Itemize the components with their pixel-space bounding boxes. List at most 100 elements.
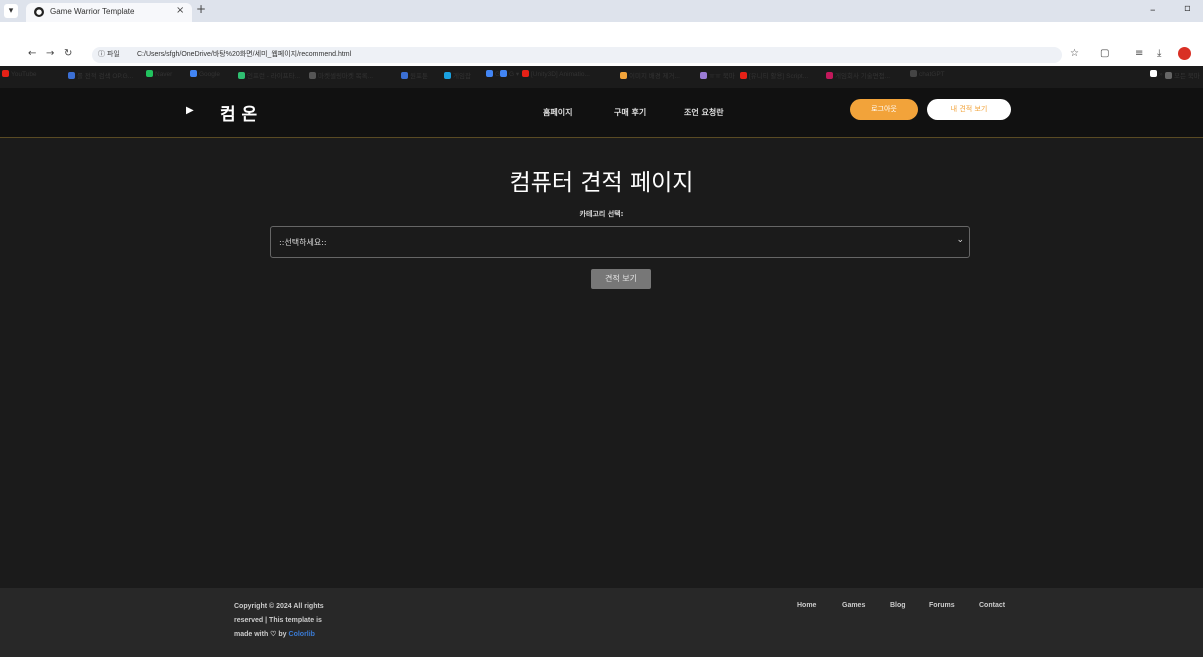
bookmark-label: 이미지 배경 제거... [629,73,680,80]
bookmark-favicon-icon [401,72,408,79]
view-quote-button[interactable]: 견적 보기 [591,269,651,289]
bookmark-favicon-icon [146,70,153,77]
page-title: 컴퓨터 견적 페이지 [509,170,694,196]
bookmark-item[interactable]: 게임회사 기술면접... [826,70,890,80]
copyright-line: Copyright © 2024 All rights [234,603,324,610]
bookmark-label: [Unity3D] Animatio... [531,71,590,78]
bookmark-label: 롤 전적 검색 OP.G... [77,73,134,80]
bookmark-favicon-icon [486,70,493,77]
back-icon[interactable]: ← [28,48,36,59]
bookmark-item[interactable]: [유니티 활용] Script... [740,70,808,80]
bookmark-label: [유니티 활용] Script... [749,73,809,80]
category-select-value: ::선택하세요:: [279,238,327,247]
bookmark-label: 게임잡 [453,73,471,80]
tab-favicon-icon: ● [34,7,44,17]
bookmark-item[interactable]: 롤 전적 검색 OP.G... [68,70,133,80]
site-info-icon[interactable]: ⓘ 파일 [98,49,120,59]
bookmark-item[interactable]: [Unity3D] Animatio... [522,70,590,78]
category-select[interactable]: ::선택하세요:: ⌄ [270,226,970,258]
new-tab-icon[interactable]: + [196,2,206,16]
bookmark-label: YouTube [11,71,37,78]
bookmark-item[interactable]: 인프런 - 라이프타... [238,70,300,80]
copyright-line: reserved | This template is [234,617,322,624]
bookmark-favicon-icon [1165,72,1172,79]
bookmark-item[interactable]: 모든 북마 [1165,70,1200,80]
bookmark-label: Google [199,71,220,78]
browser-toolbar: ← → ↻ ⓘ 파일 C:/Users/sfgh/OneDrive/바탕%20화… [0,22,1203,80]
reading-list-icon[interactable]: ≡ [1135,48,1143,59]
nav-reviews[interactable]: 구매 후기 [614,107,646,118]
bookmark-favicon-icon [700,72,707,79]
url-text[interactable]: C:/Users/sfgh/OneDrive/바탕%20화면/세미_웹페이지/r… [137,49,351,59]
footer-link-forums[interactable]: Forums [929,602,955,609]
tab-search-icon[interactable]: ▾ [4,4,18,18]
site-header: ▶ 컴 온 홈페이지 구매 후기 조언 요청란 로그아웃 내 견적 보기 [0,88,1203,138]
category-label: 카테고리 선택: [579,210,624,218]
bookmark-favicon-icon [740,72,747,79]
bookmark-favicon-icon [238,72,245,79]
bookmark-label: ㅠㅠ 북마 [709,73,735,80]
bookmark-item[interactable]: chatGPT [910,70,945,78]
bookmark-favicon-icon [1150,70,1157,77]
bookmark-favicon-icon [68,72,75,79]
tab-title: Game Warrior Template [50,7,135,16]
bookmark-item[interactable]: 게임잡 [444,70,471,80]
browser-tab[interactable]: ● Game Warrior Template × [26,3,192,22]
bookmark-label: » [1159,71,1163,78]
site-footer: Copyright © 2024 All rights reserved | T… [0,588,1203,657]
bookmark-item[interactable]: YouTube [2,70,37,78]
copyright-text: Copyright © 2024 All rights reserved | T… [234,600,359,642]
copyright-prefix: made with ♡ by [234,631,287,638]
logout-button[interactable]: 로그아웃 [850,99,918,120]
bookmark-label: chatGPT [919,71,945,78]
bookmark-favicon-icon [2,70,9,77]
footer-link-games[interactable]: Games [842,602,865,609]
footer-link-blog[interactable]: Blog [890,602,906,609]
footer-link-home[interactable]: Home [797,602,816,609]
bookmark-star-icon[interactable]: ☆ [1070,48,1079,59]
bookmark-label: 게임회사 기술면접... [835,73,891,80]
bookmark-item[interactable]: Naver [146,70,172,78]
bookmark-favicon-icon [620,72,627,79]
colorlib-link[interactable]: Colorlib [289,631,315,638]
bookmark-item[interactable]: G [486,70,500,78]
bookmark-item[interactable]: Google [190,70,220,78]
extensions-icon[interactable]: ▢ [1100,48,1109,59]
bookmark-item[interactable]: 이미지 배경 제거... [620,70,680,80]
bookmark-label: Naver [155,71,173,78]
minimize-icon[interactable]: – [1150,3,1156,16]
reload-icon[interactable]: ↻ [64,48,72,59]
copyright-line: made with ♡ by Colorlib [234,628,359,642]
bookmark-label: 마켓셀링마켓 목록... [318,73,374,80]
my-quote-button[interactable]: 내 견적 보기 [927,99,1011,120]
bookmark-favicon-icon [309,72,316,79]
chevron-down-icon: ⌄ [956,235,964,245]
bookmark-favicon-icon [500,70,507,77]
site-logo[interactable]: 컴 온 [220,100,257,125]
bookmark-label: 인프런 - 라이프타... [247,73,301,80]
profile-avatar[interactable] [1178,47,1191,60]
bookmark-favicon-icon [826,72,833,79]
tab-close-icon[interactable]: × [176,5,184,16]
footer-link-contact[interactable]: Contact [979,602,1005,609]
bookmark-item[interactable]: » [1150,70,1163,78]
bookmark-item[interactable]: 원포툰 [401,70,428,80]
bookmark-label: 모든 북마 [1174,73,1200,80]
bookmark-favicon-icon [190,70,197,77]
forward-icon[interactable]: → [46,48,54,59]
bookmark-item[interactable]: G ▾ [500,70,519,78]
browser-tab-bar: ▾ ● Game Warrior Template × + – ▫ [0,0,1203,22]
nav-home[interactable]: 홈페이지 [543,107,572,118]
download-icon[interactable]: ⤓ [1157,48,1161,59]
nav-advice[interactable]: 조언 요청란 [684,107,724,118]
bookmark-label: G ▾ [509,71,520,78]
page-viewport: ▶ 컴 온 홈페이지 구매 후기 조언 요청란 로그아웃 내 견적 보기 컴퓨터… [0,88,1203,657]
bookmark-item[interactable]: ㅠㅠ 북마 [700,70,735,80]
bookmark-favicon-icon [444,72,451,79]
bookmark-favicon-icon [522,70,529,77]
cursor-icon: ▶ [186,105,194,116]
maximize-icon[interactable]: ▫ [1184,3,1191,14]
bookmark-label: 원포툰 [410,73,428,80]
bookmark-favicon-icon [910,70,917,77]
bookmark-item[interactable]: 마켓셀링마켓 목록... [309,70,373,80]
